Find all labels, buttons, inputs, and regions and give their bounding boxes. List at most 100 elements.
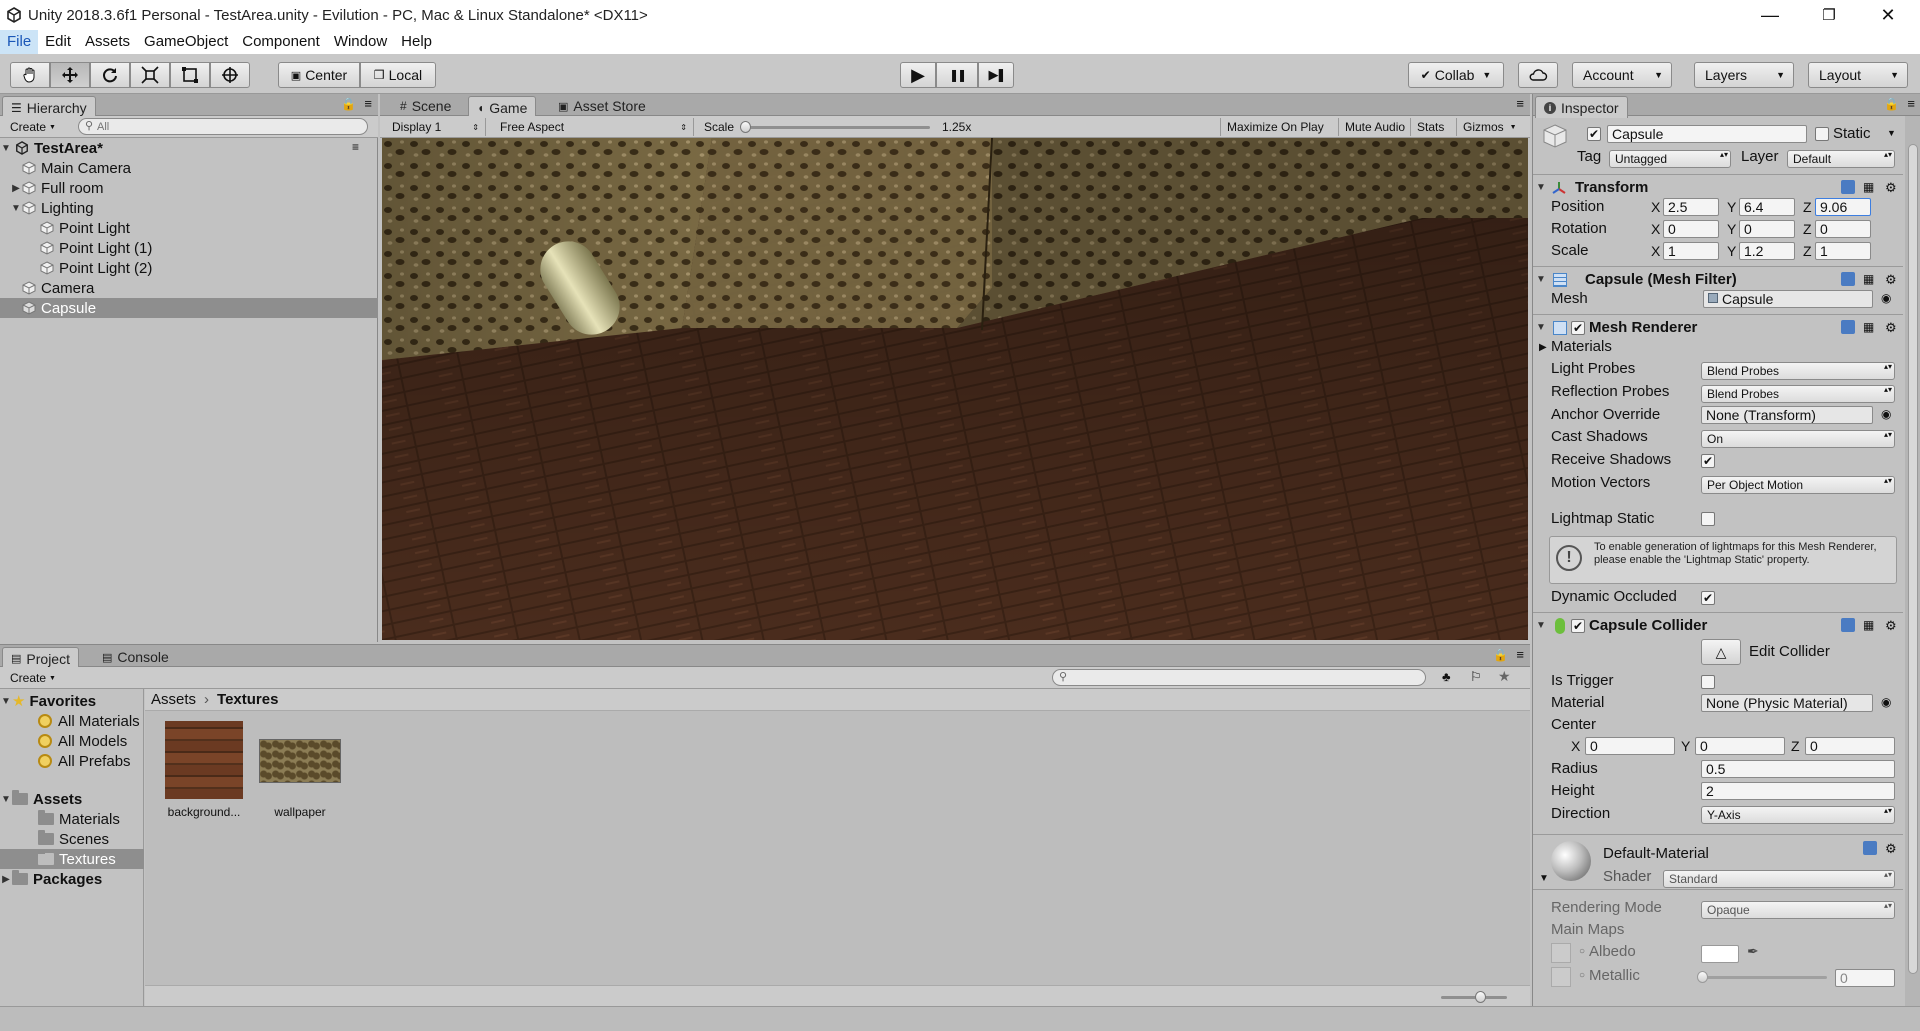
move-tool-icon[interactable] [50,62,90,88]
object-picker-icon[interactable]: ◉ [1881,695,1891,709]
favorites-row[interactable]: ▼ ★ Favorites [0,691,144,711]
project-search-input[interactable] [1052,669,1426,686]
foldout-arrow-icon[interactable]: ▼ [1539,873,1549,884]
tab-console[interactable]: ▤ Console [94,647,177,667]
hierarchy-item[interactable]: Point Light (2) [0,258,378,278]
folder-materials[interactable]: Materials [0,809,144,829]
tab-game[interactable]: ◖ Game [468,96,537,118]
metallic-slider-thumb[interactable] [1697,971,1708,983]
expand-arrow-icon[interactable]: ▼ [10,203,22,214]
cast-shadows-dropdown[interactable]: On [1701,430,1895,448]
scale-x-field[interactable]: 1 [1663,242,1719,260]
motion-vectors-dropdown[interactable]: Per Object Motion [1701,476,1895,494]
expand-arrow-icon[interactable]: ▼ [0,143,12,154]
gear-icon[interactable]: ⚙ [1885,320,1899,335]
menu-gameobject[interactable]: GameObject [137,30,235,54]
albedo-texture-slot[interactable] [1551,943,1571,963]
static-checkbox[interactable] [1815,127,1829,141]
transform-tool-icon[interactable] [210,62,250,88]
cloud-button[interactable] [1518,62,1558,88]
play-button[interactable]: ▶ [900,62,936,88]
pause-button[interactable]: ❚❚ [936,62,978,88]
capsule-collider-header[interactable]: ▼ ✔ Capsule Collider ▦ ⚙ [1533,612,1903,638]
reflection-probes-dropdown[interactable]: Blend Probes [1701,385,1895,403]
metallic-value-field[interactable]: 0 [1835,969,1895,987]
menu-window[interactable]: Window [327,30,394,54]
albedo-color-swatch[interactable] [1701,945,1739,963]
scale-z-field[interactable]: 1 [1815,242,1871,260]
game-render[interactable] [382,138,1528,640]
lock-icon[interactable]: 🔒 [1493,648,1508,662]
pivot-mode-button[interactable]: ▣ Center [278,62,360,88]
scale-slider-track[interactable] [744,126,930,129]
shader-dropdown[interactable]: Standard [1663,870,1895,888]
expand-arrow-icon[interactable]: ▶ [10,183,22,194]
foldout-arrow-icon[interactable]: ▼ [1535,620,1547,631]
tab-asset-store[interactable]: ▣ Asset Store [550,96,654,116]
preset-icon[interactable]: ▦ [1863,320,1877,334]
texture-thumbnail[interactable] [165,721,243,799]
mesh-object-field[interactable]: Capsule [1703,290,1873,308]
filter-by-label-icon[interactable]: ⚐ [1470,669,1482,685]
lock-icon[interactable]: 🔒 [341,97,356,111]
foldout-arrow-icon[interactable]: ▼ [1535,322,1547,333]
hierarchy-item[interactable]: ▼ Lighting [0,198,378,218]
picker-dot-icon[interactable]: ○ [1579,946,1585,957]
transform-header[interactable]: ▼ Transform ▦ ⚙ [1533,174,1903,200]
panel-menu-icon[interactable]: ≡ [1907,96,1915,111]
hierarchy-item[interactable]: Point Light [0,218,378,238]
radius-field[interactable]: 0.5 [1701,760,1895,778]
help-book-icon[interactable] [1841,320,1855,334]
tab-hierarchy[interactable]: ☰ Hierarchy [2,96,96,118]
help-book-icon[interactable] [1841,180,1855,194]
eyedropper-icon[interactable]: ✒ [1747,943,1759,960]
breadcrumb-assets[interactable]: Assets [151,691,196,708]
collab-button[interactable]: ✔ Collab ▼ [1408,62,1504,88]
assets-root-row[interactable]: ▼ Assets [0,789,144,809]
static-dropdown-icon[interactable]: ▼ [1887,128,1896,138]
preset-icon[interactable]: ▦ [1863,180,1877,194]
scale-y-field[interactable]: 1.2 [1739,242,1795,260]
collider-enabled-checkbox[interactable]: ✔ [1571,618,1585,633]
hierarchy-item[interactable]: Capsule [0,298,378,318]
collider-material-field[interactable]: None (Physic Material) [1701,694,1873,712]
foldout-arrow-icon[interactable]: ▼ [1535,274,1547,285]
minimize-button[interactable]: — [1742,0,1798,30]
mute-audio-toggle[interactable]: Mute Audio [1338,118,1411,136]
icon-size-slider-track[interactable] [1441,996,1507,999]
folder-textures[interactable]: Textures [0,849,144,869]
rotation-y-field[interactable]: 0 [1739,220,1795,238]
help-book-icon[interactable] [1841,618,1855,632]
center-y-field[interactable]: 0 [1695,737,1785,755]
active-checkbox[interactable]: ✔ [1587,127,1601,141]
favorite-all-models[interactable]: All Models [0,731,144,751]
materials-foldout-icon[interactable]: ▶ [1539,342,1547,353]
picker-dot-icon[interactable]: ○ [1579,970,1585,981]
mesh-renderer-header[interactable]: ▼ ✔ Mesh Renderer ▦ ⚙ [1533,314,1903,340]
create-dropdown[interactable]: Create ▼ [4,118,62,136]
scrollbar-thumb[interactable] [1908,144,1918,974]
hand-tool-icon[interactable] [10,62,50,88]
menu-assets[interactable]: Assets [78,30,137,54]
mesh-renderer-enabled-checkbox[interactable]: ✔ [1571,320,1585,335]
hierarchy-search-input[interactable] [78,118,368,135]
panel-menu-icon[interactable]: ≡ [364,96,372,111]
breadcrumb-textures[interactable]: Textures [217,691,278,708]
aspect-dropdown[interactable]: Free Aspect ⇕ [494,118,694,136]
create-dropdown[interactable]: Create ▼ [4,669,62,687]
tab-inspector[interactable]: i Inspector [1535,96,1628,118]
help-book-icon[interactable] [1841,272,1855,286]
favorite-all-prefabs[interactable]: All Prefabs [0,751,144,771]
position-y-field[interactable]: 6.4 [1739,198,1795,216]
hierarchy-item[interactable]: Main Camera [0,158,378,178]
center-z-field[interactable]: 0 [1805,737,1895,755]
panel-menu-icon[interactable]: ≡ [1516,96,1524,111]
maximize-on-play-toggle[interactable]: Maximize On Play [1220,118,1330,136]
position-z-field[interactable]: 9.06 [1815,198,1871,216]
scale-tool-icon[interactable] [130,62,170,88]
star-icon[interactable]: ★ [1498,668,1511,685]
menu-help[interactable]: Help [394,30,439,54]
gear-icon[interactable]: ⚙ [1885,618,1899,633]
expand-arrow-icon[interactable]: ▶ [0,874,12,885]
object-name-field[interactable]: Capsule [1607,125,1807,143]
